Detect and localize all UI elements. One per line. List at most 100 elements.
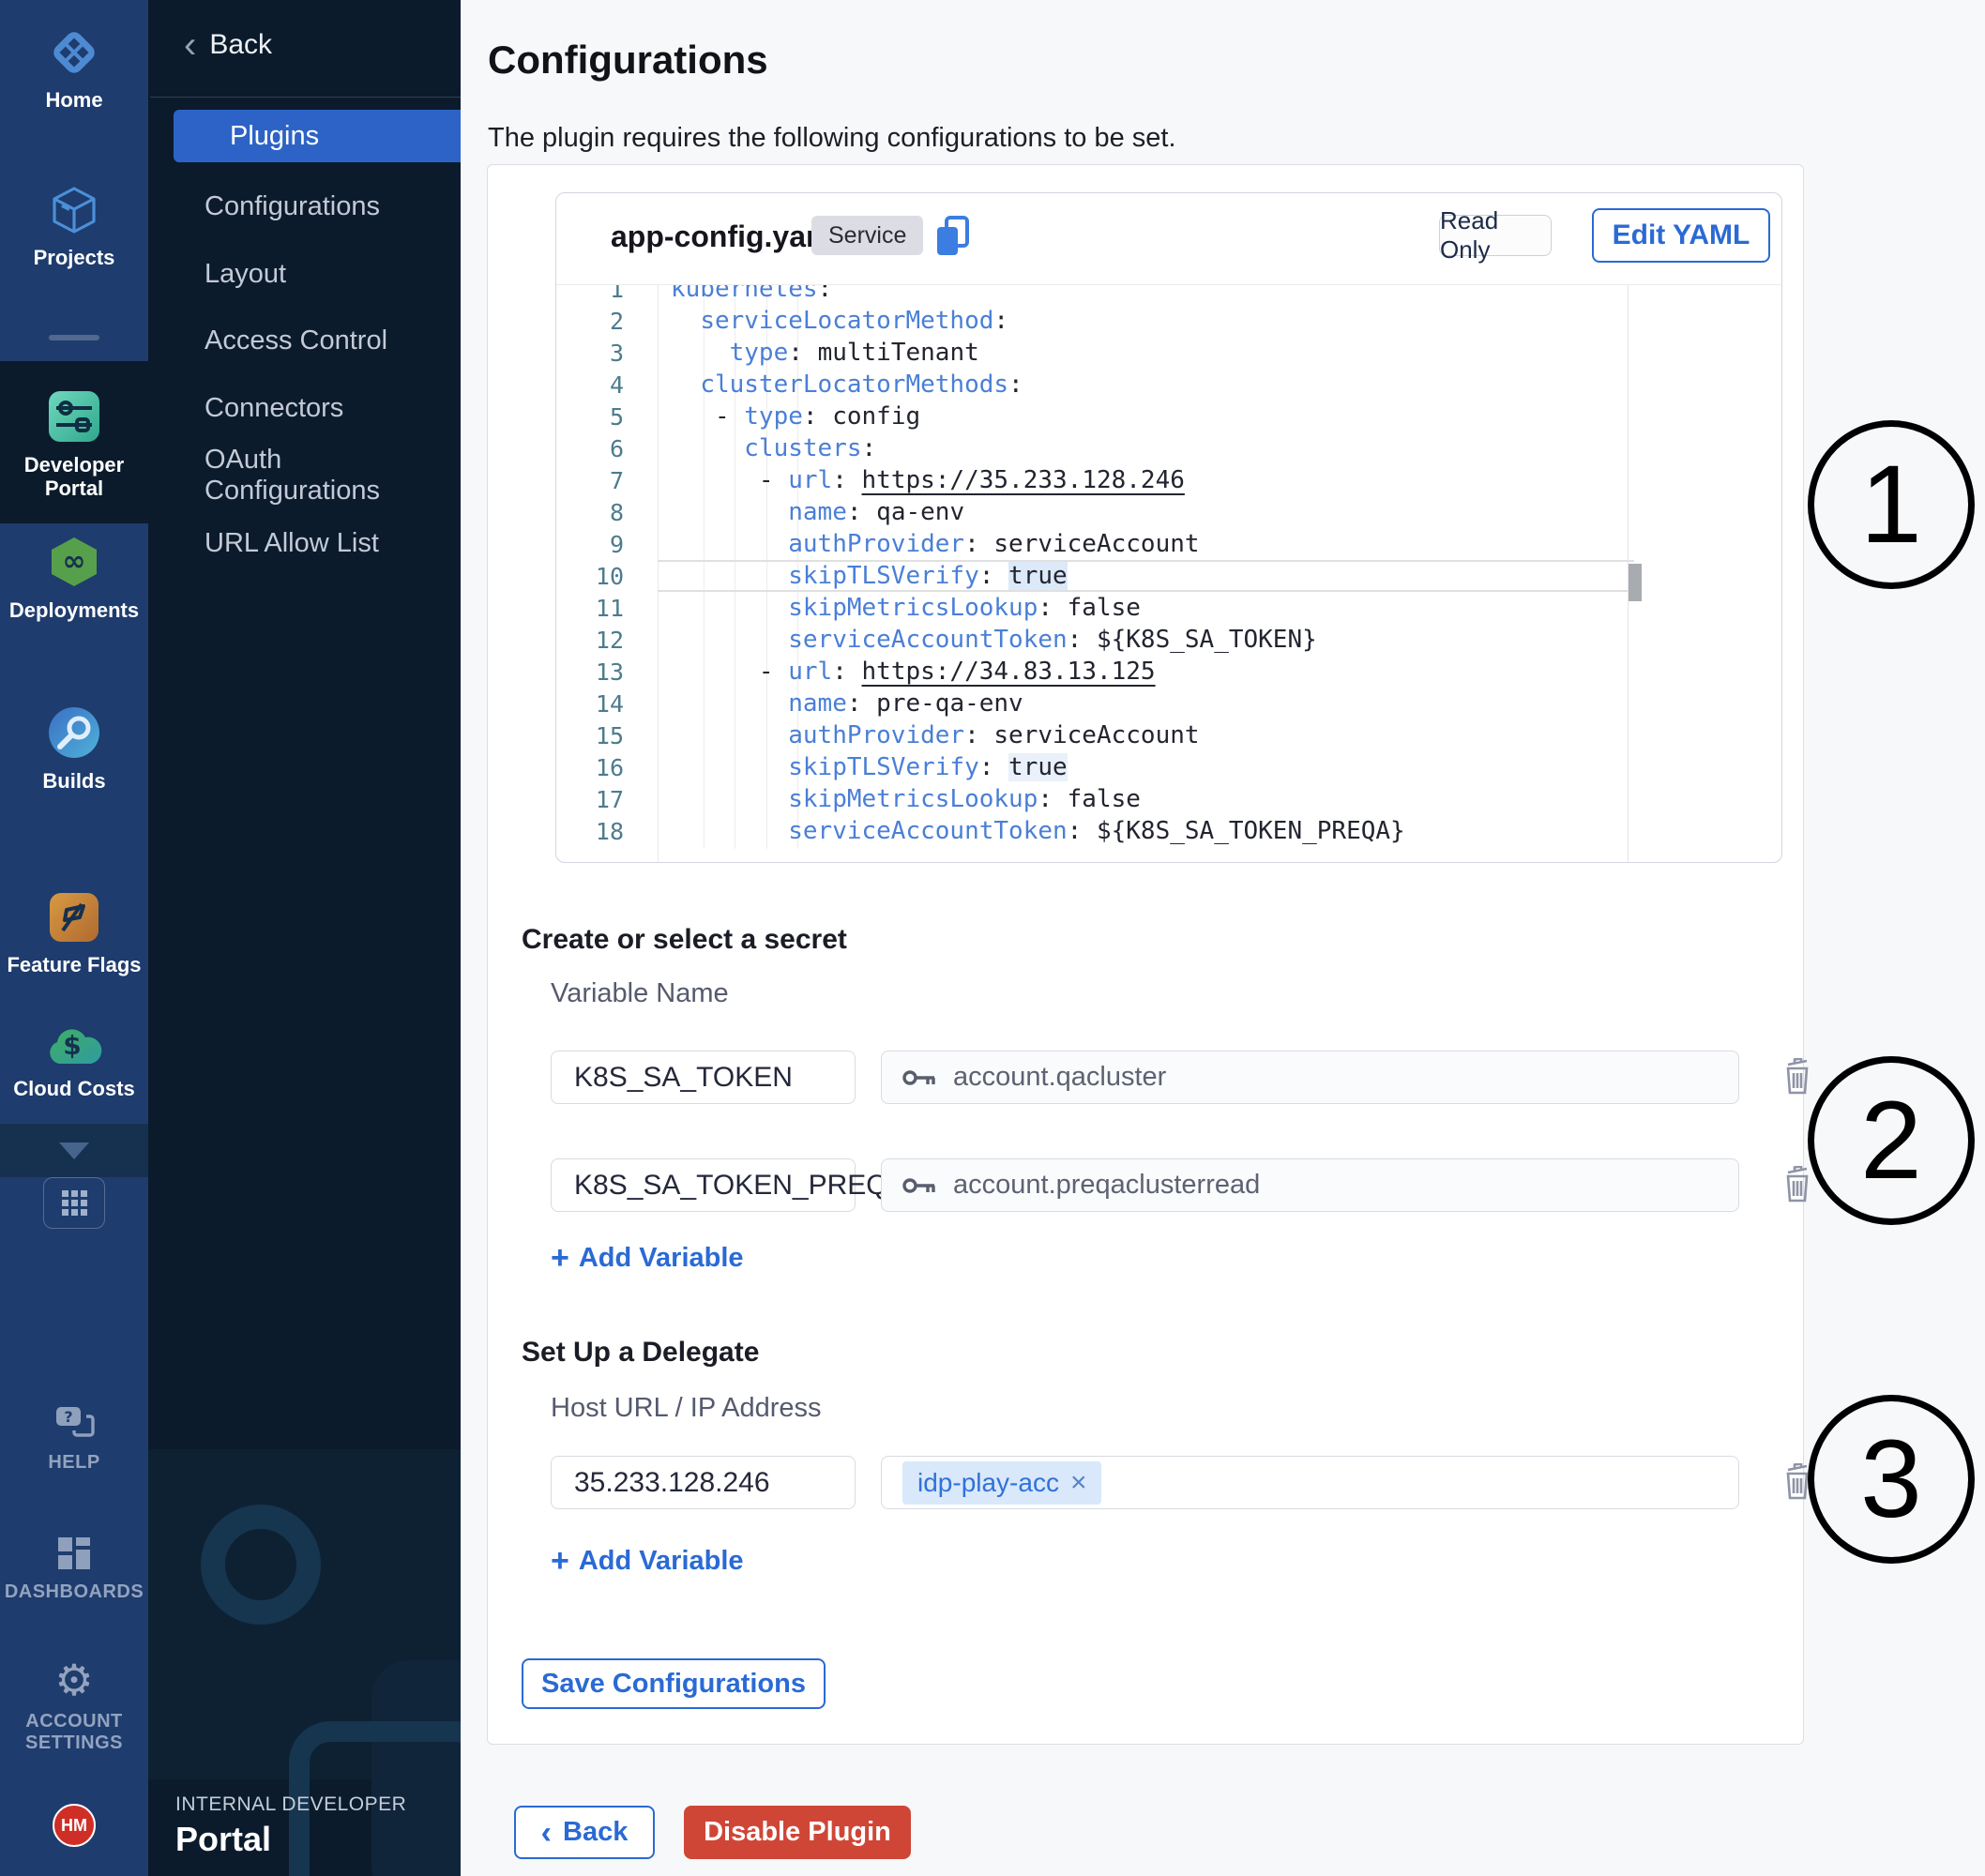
developer-portal-icon: [0, 389, 148, 444]
brand-small-label: INTERNAL DEVELOPER: [175, 1793, 406, 1816]
variable-name-input[interactable]: K8S_SA_TOKEN_PREQA: [551, 1158, 856, 1212]
deployments-icon: ∞: [0, 535, 148, 589]
code-line: 11 skipMetricsLookup: false: [556, 592, 1781, 624]
chevron-left-icon: ‹: [184, 28, 196, 62]
rail-collapse-strip[interactable]: [0, 1123, 148, 1177]
delegate-section-heading: Set Up a Delegate: [522, 1337, 759, 1369]
code-line: 4 clusterLocatorMethods:: [556, 369, 1781, 401]
code-line: 13 - url: https://34.83.13.125: [556, 656, 1781, 688]
rail-item-help[interactable]: ? HELP: [0, 1403, 148, 1474]
plus-icon: +: [551, 1240, 569, 1277]
annotation-circle-3: 3: [1808, 1395, 1975, 1564]
host-url-input[interactable]: 35.233.128.246: [551, 1456, 856, 1509]
sidebar-divider: [150, 97, 461, 98]
rail-item-home[interactable]: Home: [0, 26, 148, 112]
save-configurations-button[interactable]: Save Configurations: [522, 1658, 826, 1709]
dashboards-icon: [0, 1535, 148, 1572]
rail-item-builds[interactable]: Builds: [0, 705, 148, 793]
delete-variable-button[interactable]: [1782, 1166, 1814, 1203]
chevron-down-icon: [59, 1142, 89, 1159]
chevron-left-icon: ‹: [541, 1819, 552, 1847]
secret-select-field[interactable]: account.preqaclusterread: [881, 1158, 1739, 1212]
variable-name-label: Variable Name: [551, 978, 729, 1009]
cloud-costs-icon: $: [0, 1022, 148, 1067]
developer-portal-sidebar: ‹ Back Plugins Configurations Layout Acc…: [148, 0, 461, 1876]
rail-item-projects[interactable]: Projects: [0, 184, 148, 269]
apps-grid-icon: [62, 1190, 87, 1216]
secret-select-field[interactable]: account.qacluster: [881, 1051, 1739, 1104]
brand-big-label: Portal: [175, 1820, 406, 1859]
builds-icon: [0, 705, 148, 760]
variable-name-input[interactable]: K8S_SA_TOKEN: [551, 1051, 856, 1104]
code-line: 3 type: multiTenant: [556, 337, 1781, 369]
yaml-card-header: app-config.yaml Service Read Only Edit Y…: [556, 193, 1781, 285]
back-button[interactable]: ‹ Back: [514, 1806, 655, 1859]
sidebar-item-plugins[interactable]: Plugins: [174, 110, 461, 162]
code-scrollbar-thumb[interactable]: [1629, 564, 1642, 601]
code-line: 17 skipMetricsLookup: false: [556, 783, 1781, 815]
rail-item-cloud-costs[interactable]: $ Cloud Costs: [0, 1022, 148, 1100]
back-link[interactable]: ‹ Back: [184, 28, 272, 62]
code-line: 18 serviceAccountToken: ${K8S_SA_TOKEN_P…: [556, 815, 1781, 847]
sidebar-item-access-control[interactable]: Access Control: [148, 314, 461, 367]
svg-text:?: ?: [64, 1408, 72, 1426]
host-url-label: Host URL / IP Address: [551, 1393, 822, 1424]
sidebar-item-url-allow-list[interactable]: URL Allow List: [148, 517, 461, 569]
rail-item-dashboards[interactable]: DASHBOARDS: [0, 1535, 148, 1603]
home-icon: [0, 26, 148, 79]
copy-icon[interactable]: [932, 214, 973, 265]
annotation-circle-2: 2: [1808, 1056, 1975, 1225]
plus-icon: +: [551, 1543, 569, 1580]
code-line-current: 10 skipTLSVerify: true: [556, 560, 1781, 592]
portal-ring-decor: [201, 1505, 321, 1625]
code-line: 5 - type: config: [556, 401, 1781, 432]
code-line: 15 authProvider: serviceAccount: [556, 719, 1781, 751]
page-subtitle: The plugin requires the following config…: [488, 123, 1176, 154]
page-title: Configurations: [488, 38, 768, 83]
module-rail: Home Projects Developer Portal ∞ Deploym…: [0, 0, 148, 1876]
code-line: 9 authProvider: serviceAccount: [556, 528, 1781, 560]
back-label: Back: [209, 29, 272, 61]
code-line: 2 serviceLocatorMethod:: [556, 305, 1781, 337]
code-line: 7 - url: https://35.233.128.246: [556, 464, 1781, 496]
disable-plugin-button[interactable]: Disable Plugin: [684, 1806, 911, 1859]
portal-brand: INTERNAL DEVELOPER Portal: [175, 1793, 406, 1859]
rail-item-feature-flags[interactable]: Feature Flags: [0, 891, 148, 976]
app-window: ‹ Back Plugins Configurations Layout Acc…: [0, 0, 1985, 1876]
rail-item-developer-portal[interactable]: Developer Portal: [0, 389, 148, 500]
remove-tag-icon[interactable]: ×: [1070, 1473, 1087, 1493]
key-icon: [902, 1174, 938, 1197]
code-line: 8 name: qa-env: [556, 496, 1781, 528]
delete-variable-button[interactable]: [1782, 1058, 1814, 1096]
key-icon: [902, 1067, 938, 1089]
apps-grid-button[interactable]: [43, 1177, 105, 1229]
code-scrollbar-track: [1628, 193, 1629, 862]
rail-item-account-settings[interactable]: ⚙ ACCOUNT SETTINGS: [0, 1658, 148, 1754]
annotation-circle-1: 1: [1808, 420, 1975, 589]
delegate-select-field[interactable]: idp-play-acc ×: [881, 1456, 1739, 1509]
rail-divider: [49, 335, 99, 340]
add-variable-link[interactable]: + Add Variable: [551, 1543, 744, 1580]
gear-icon: ⚙: [0, 1658, 148, 1702]
sidebar-item-oauth-configurations[interactable]: OAuth Configurations: [148, 449, 461, 502]
svg-text:∞: ∞: [63, 545, 86, 578]
service-badge: Service: [811, 216, 923, 255]
code-line: 6 clusters:: [556, 432, 1781, 464]
code-editor: 1kubernetes: 2 serviceLocatorMethod: 3 t…: [556, 273, 1781, 847]
delegate-tag: idp-play-acc ×: [902, 1461, 1101, 1505]
secret-section-heading: Create or select a secret: [522, 924, 847, 956]
code-line: 12 serviceAccountToken: ${K8S_SA_TOKEN}: [556, 624, 1781, 656]
read-only-badge: Read Only: [1439, 215, 1552, 256]
sidebar-item-configurations[interactable]: Configurations: [148, 180, 461, 233]
user-avatar[interactable]: HM: [53, 1804, 96, 1847]
sidebar-item-connectors[interactable]: Connectors: [148, 382, 461, 434]
feature-flags-icon: [0, 891, 148, 944]
add-variable-link[interactable]: + Add Variable: [551, 1240, 744, 1277]
code-line: 16 skipTLSVerify: true: [556, 751, 1781, 783]
svg-text:$: $: [63, 1030, 81, 1061]
sidebar-item-layout[interactable]: Layout: [148, 248, 461, 300]
yaml-filename: app-config.yaml: [611, 219, 841, 254]
projects-icon: [0, 184, 148, 236]
rail-item-deployments[interactable]: ∞ Deployments: [0, 535, 148, 622]
edit-yaml-button[interactable]: Edit YAML: [1592, 208, 1770, 263]
